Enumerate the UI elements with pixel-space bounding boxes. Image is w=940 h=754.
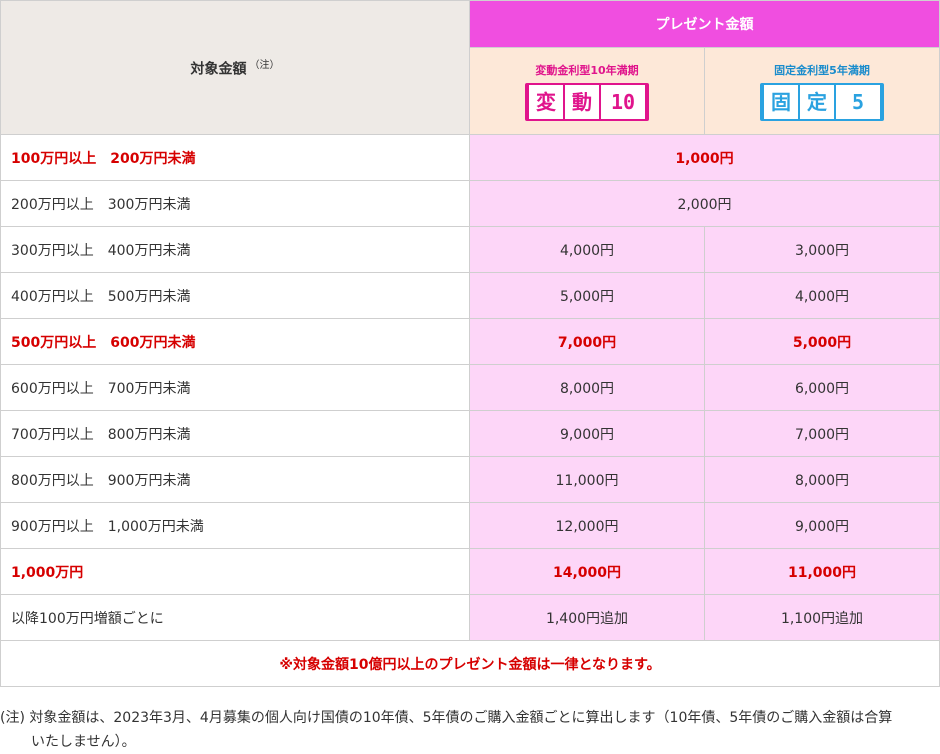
- variable-rate-header: 変動金利型10年満期 変動 10: [469, 47, 705, 135]
- table-row: 500万円以上 600万円未満 7,000円 5,000円: [0, 318, 940, 365]
- fixed-rate-header: 固定金利型5年満期 固定5: [704, 47, 940, 135]
- badge-char: 動: [565, 85, 599, 119]
- present-amount-cell: 1,000円: [469, 134, 940, 181]
- fixed-amount-cell: 11,000円: [704, 548, 940, 595]
- table-row: 600万円以上 700万円未満 8,000円 6,000円: [0, 364, 940, 411]
- fixed-amount-cell: 6,000円: [704, 364, 940, 411]
- badge-char: 定: [800, 85, 834, 119]
- table-row: 700万円以上 800万円未満 9,000円 7,000円: [0, 410, 940, 457]
- page: 対象金額 （注） プレゼント金額 変動金利型10年満期 変動 10 固定金利型5年満…: [0, 0, 940, 750]
- variable-amount-cell: 9,000円: [469, 410, 705, 457]
- badge-number: 10: [601, 85, 645, 119]
- present-amount-cell: 2,000円: [469, 180, 940, 227]
- table-row: 800万円以上 900万円未満 11,000円 8,000円: [0, 456, 940, 503]
- target-amount-header: 対象金額 （注）: [0, 0, 470, 135]
- range-cell: 800万円以上 900万円未満: [0, 456, 470, 503]
- range-cell: 1,000万円: [0, 548, 470, 595]
- fixed-amount-cell: 1,100円追加: [704, 594, 940, 641]
- variable-amount-cell: 14,000円: [469, 548, 705, 595]
- footnote-line-2: いたしません）。: [31, 734, 136, 750]
- variable-rate-label: 変動金利型10年満期: [535, 64, 639, 77]
- fixed-amount-cell: 9,000円: [704, 502, 940, 549]
- variable-amount-cell: 12,000円: [469, 502, 705, 549]
- range-cell: 900万円以上 1,000万円未満: [0, 502, 470, 549]
- note-marker: （注）: [249, 60, 280, 72]
- badge-char: 変: [529, 85, 563, 119]
- footnote-line-1: (注) 対象金額は、2023年3月、4月募集の個人向け国債の10年債、5年債のご…: [0, 710, 893, 726]
- badge-number: 5: [836, 85, 880, 119]
- fixed-rate-label: 固定金利型5年満期: [774, 64, 870, 77]
- table-row: 100万円以上 200万円未満 1,000円: [0, 134, 940, 181]
- fixed-amount-cell: 3,000円: [704, 226, 940, 273]
- range-cell: 200万円以上 300万円未満: [0, 180, 470, 227]
- table-row: 400万円以上 500万円未満 5,000円 4,000円: [0, 272, 940, 319]
- present-amount-table: 対象金額 （注） プレゼント金額 変動金利型10年満期 変動 10 固定金利型5年満…: [0, 0, 940, 687]
- range-cell: 500万円以上 600万円未満: [0, 318, 470, 365]
- table-row: 900万円以上 1,000万円未満 12,000円 9,000円: [0, 502, 940, 549]
- fixed-amount-cell: 4,000円: [704, 272, 940, 319]
- table-row: 200万円以上 300万円未満 2,000円: [0, 180, 940, 227]
- range-cell: 300万円以上 400万円未満: [0, 226, 470, 273]
- variable-amount-cell: 1,400円追加: [469, 594, 705, 641]
- fixed-amount-cell: 5,000円: [704, 318, 940, 365]
- range-cell: 400万円以上 500万円未満: [0, 272, 470, 319]
- variable-amount-cell: 11,000円: [469, 456, 705, 503]
- range-cell: 100万円以上 200万円未満: [0, 134, 470, 181]
- variable-amount-cell: 8,000円: [469, 364, 705, 411]
- present-amount-header: プレゼント金額: [469, 0, 940, 48]
- table-row: 1,000万円 14,000円 11,000円: [0, 548, 940, 595]
- variable-10-badge-icon: 変動 10: [525, 83, 649, 121]
- table-note: ※対象金額10億円以上のプレゼント金額は一律となります。: [0, 640, 940, 687]
- fixed-amount-cell: 8,000円: [704, 456, 940, 503]
- footnote: (注) 対象金額は、2023年3月、4月募集の個人向け国債の10年債、5年債のご…: [0, 706, 940, 754]
- present-amount-label: プレゼント金額: [655, 17, 754, 33]
- badge-char: 固: [764, 85, 798, 119]
- variable-amount-cell: 4,000円: [469, 226, 705, 273]
- variable-amount-cell: 5,000円: [469, 272, 705, 319]
- variable-amount-cell: 7,000円: [469, 318, 705, 365]
- range-cell: 600万円以上 700万円未満: [0, 364, 470, 411]
- target-amount-label: 対象金額: [190, 61, 247, 78]
- table-row: 300万円以上 400万円未満 4,000円 3,000円: [0, 226, 940, 273]
- table-row: 以降100万円増額ごとに 1,400円追加 1,100円追加: [0, 594, 940, 641]
- fixed-amount-cell: 7,000円: [704, 410, 940, 457]
- range-cell: 700万円以上 800万円未満: [0, 410, 470, 457]
- range-cell: 以降100万円増額ごとに: [0, 594, 470, 641]
- fixed-5-badge-icon: 固定5: [760, 83, 884, 121]
